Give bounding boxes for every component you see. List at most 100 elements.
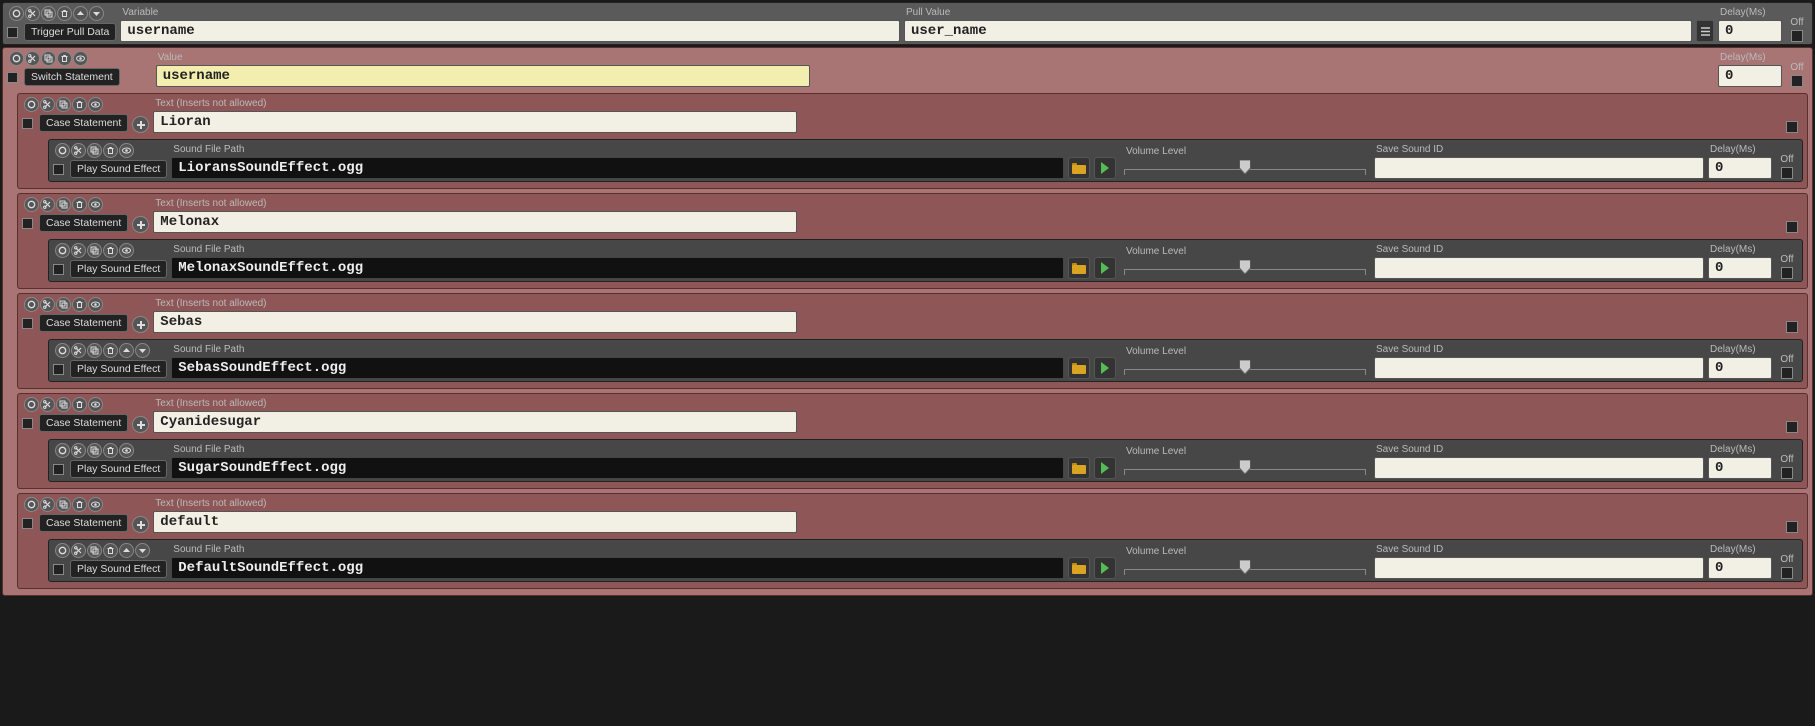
save-sound-id-input[interactable] bbox=[1374, 157, 1704, 179]
off-checkbox[interactable] bbox=[1781, 567, 1793, 579]
play-button[interactable] bbox=[1094, 457, 1116, 479]
enable-checkbox[interactable] bbox=[53, 564, 64, 575]
enable-checkbox[interactable] bbox=[53, 164, 64, 175]
sound-path-input[interactable]: LioransSoundEffect.ogg bbox=[171, 157, 1064, 179]
off-checkbox[interactable] bbox=[1786, 521, 1798, 533]
collapse-icon[interactable] bbox=[24, 197, 39, 212]
cut-icon[interactable] bbox=[40, 497, 55, 512]
copy-icon[interactable] bbox=[56, 197, 71, 212]
delete-icon[interactable] bbox=[72, 497, 87, 512]
case-text-input[interactable]: Lioran bbox=[153, 111, 797, 133]
move-down-icon[interactable] bbox=[135, 343, 150, 358]
delete-icon[interactable] bbox=[72, 397, 87, 412]
copy-icon[interactable] bbox=[41, 6, 56, 21]
move-down-icon[interactable] bbox=[135, 543, 150, 558]
copy-icon[interactable] bbox=[56, 497, 71, 512]
delete-icon[interactable] bbox=[103, 443, 118, 458]
play-button[interactable] bbox=[1094, 257, 1116, 279]
delete-icon[interactable] bbox=[72, 297, 87, 312]
off-checkbox[interactable] bbox=[1791, 30, 1803, 42]
visibility-icon[interactable] bbox=[88, 497, 103, 512]
browse-button[interactable] bbox=[1068, 557, 1090, 579]
collapse-icon[interactable] bbox=[55, 543, 70, 558]
save-sound-id-input[interactable] bbox=[1374, 257, 1704, 279]
off-checkbox[interactable] bbox=[1786, 421, 1798, 433]
cut-icon[interactable] bbox=[25, 6, 40, 21]
browse-button[interactable] bbox=[1068, 257, 1090, 279]
case-text-input[interactable]: Melonax bbox=[153, 211, 797, 233]
delay-input[interactable]: 0 bbox=[1708, 257, 1772, 279]
collapse-icon[interactable] bbox=[24, 497, 39, 512]
collapse-icon[interactable] bbox=[55, 243, 70, 258]
move-up-icon[interactable] bbox=[119, 343, 134, 358]
enable-checkbox[interactable] bbox=[7, 72, 18, 83]
add-button[interactable] bbox=[132, 316, 149, 333]
collapse-icon[interactable] bbox=[9, 6, 24, 21]
cut-icon[interactable] bbox=[71, 543, 86, 558]
copy-icon[interactable] bbox=[87, 143, 102, 158]
delete-icon[interactable] bbox=[103, 343, 118, 358]
collapse-icon[interactable] bbox=[24, 297, 39, 312]
sound-path-input[interactable]: SugarSoundEffect.ogg bbox=[171, 457, 1064, 479]
collapse-icon[interactable] bbox=[9, 51, 24, 66]
browse-button[interactable] bbox=[1068, 457, 1090, 479]
sound-path-input[interactable]: DefaultSoundEffect.ogg bbox=[171, 557, 1064, 579]
delay-input[interactable]: 0 bbox=[1718, 20, 1782, 42]
move-up-icon[interactable] bbox=[119, 543, 134, 558]
browse-button[interactable] bbox=[1068, 357, 1090, 379]
off-checkbox[interactable] bbox=[1781, 467, 1793, 479]
volume-slider[interactable] bbox=[1124, 159, 1366, 179]
delete-icon[interactable] bbox=[57, 51, 72, 66]
sound-path-input[interactable]: MelonaxSoundEffect.ogg bbox=[171, 257, 1064, 279]
value-input[interactable]: username bbox=[156, 65, 810, 87]
enable-checkbox[interactable] bbox=[53, 264, 64, 275]
off-checkbox[interactable] bbox=[1786, 121, 1798, 133]
enable-checkbox[interactable] bbox=[53, 464, 64, 475]
copy-icon[interactable] bbox=[87, 343, 102, 358]
cut-icon[interactable] bbox=[71, 143, 86, 158]
delay-input[interactable]: 0 bbox=[1708, 557, 1772, 579]
delay-input[interactable]: 0 bbox=[1708, 157, 1772, 179]
visibility-icon[interactable] bbox=[73, 51, 88, 66]
enable-checkbox[interactable] bbox=[22, 418, 33, 429]
collapse-icon[interactable] bbox=[55, 443, 70, 458]
volume-slider[interactable] bbox=[1124, 359, 1366, 379]
cut-icon[interactable] bbox=[71, 443, 86, 458]
save-sound-id-input[interactable] bbox=[1374, 357, 1704, 379]
enable-checkbox[interactable] bbox=[22, 518, 33, 529]
add-button[interactable] bbox=[132, 116, 149, 133]
add-button[interactable] bbox=[132, 216, 149, 233]
case-text-input[interactable]: default bbox=[153, 511, 797, 533]
volume-slider[interactable] bbox=[1124, 459, 1366, 479]
play-button[interactable] bbox=[1094, 357, 1116, 379]
cut-icon[interactable] bbox=[25, 51, 40, 66]
copy-icon[interactable] bbox=[87, 543, 102, 558]
play-button[interactable] bbox=[1094, 157, 1116, 179]
copy-icon[interactable] bbox=[87, 443, 102, 458]
delay-input[interactable]: 0 bbox=[1718, 65, 1782, 87]
off-checkbox[interactable] bbox=[1781, 167, 1793, 179]
cut-icon[interactable] bbox=[40, 297, 55, 312]
off-checkbox[interactable] bbox=[1781, 367, 1793, 379]
browse-button[interactable] bbox=[1068, 157, 1090, 179]
delete-icon[interactable] bbox=[72, 197, 87, 212]
visibility-icon[interactable] bbox=[88, 197, 103, 212]
visibility-icon[interactable] bbox=[119, 143, 134, 158]
copy-icon[interactable] bbox=[56, 397, 71, 412]
variable-input[interactable]: username bbox=[120, 20, 900, 42]
collapse-icon[interactable] bbox=[55, 143, 70, 158]
cut-icon[interactable] bbox=[40, 97, 55, 112]
cut-icon[interactable] bbox=[40, 197, 55, 212]
copy-icon[interactable] bbox=[87, 243, 102, 258]
sound-path-input[interactable]: SebasSoundEffect.ogg bbox=[171, 357, 1064, 379]
save-sound-id-input[interactable] bbox=[1374, 457, 1704, 479]
cut-icon[interactable] bbox=[71, 343, 86, 358]
enable-checkbox[interactable] bbox=[53, 364, 64, 375]
copy-icon[interactable] bbox=[56, 97, 71, 112]
visibility-icon[interactable] bbox=[88, 297, 103, 312]
delete-icon[interactable] bbox=[72, 97, 87, 112]
enable-checkbox[interactable] bbox=[22, 318, 33, 329]
enable-checkbox[interactable] bbox=[22, 118, 33, 129]
case-text-input[interactable]: Sebas bbox=[153, 311, 797, 333]
delay-input[interactable]: 0 bbox=[1708, 457, 1772, 479]
